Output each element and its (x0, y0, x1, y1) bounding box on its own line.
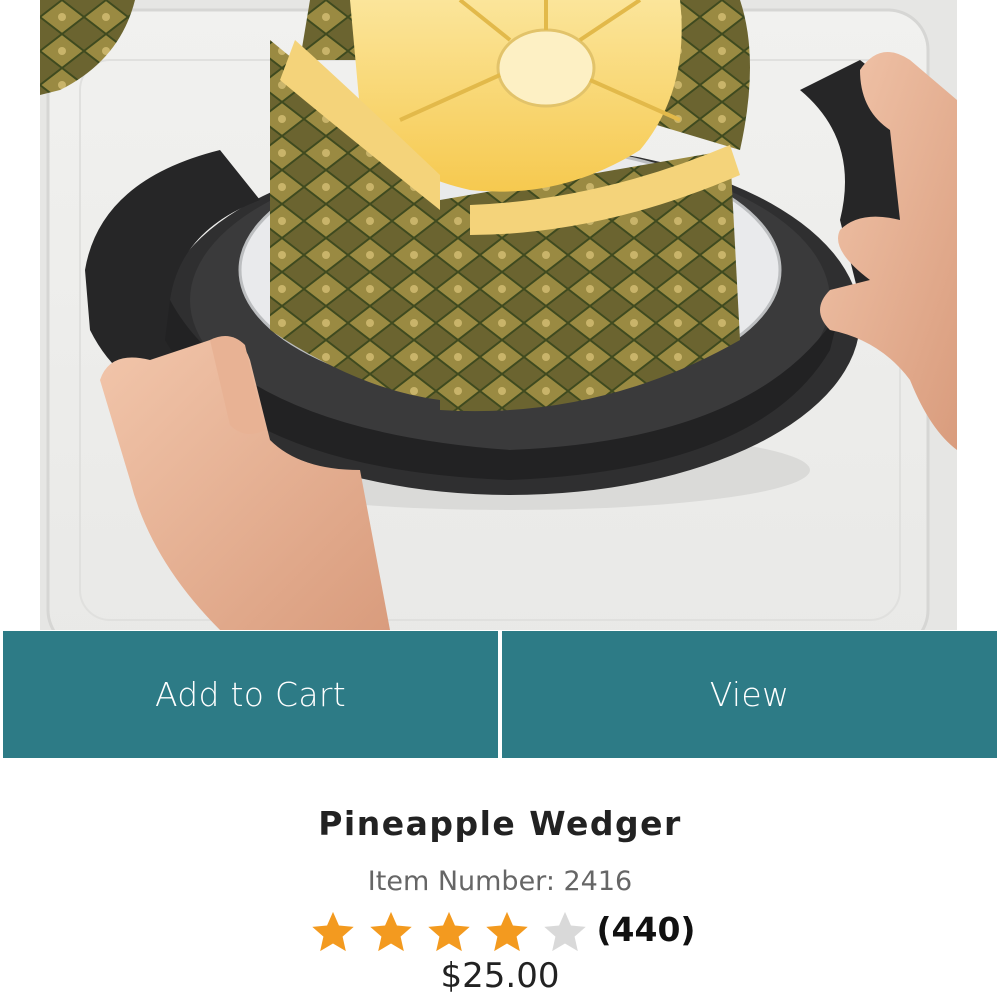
item-number: Item Number: 2416 (367, 866, 633, 897)
star-rating (304, 906, 594, 958)
product-card: Add to Cart View Pineapple Wedger Item N… (0, 0, 1000, 1000)
star-empty-icon (536, 906, 594, 958)
star-filled-icon (362, 906, 420, 958)
rating-row[interactable]: (440) (0, 906, 1000, 958)
star-filled-icon (420, 906, 478, 958)
add-to-cart-button[interactable]: Add to Cart (3, 631, 498, 758)
product-image[interactable] (40, 0, 957, 630)
product-photo-illustration (40, 0, 957, 630)
view-button[interactable]: View (502, 631, 997, 758)
product-price: $25.00 (440, 956, 560, 996)
star-filled-icon (304, 906, 362, 958)
star-filled-icon (478, 906, 536, 958)
review-count[interactable]: (440) (596, 910, 695, 949)
product-name[interactable]: Pineapple Wedger (0, 804, 1000, 843)
action-bar: Add to Cart View (3, 631, 997, 758)
product-info: Pineapple Wedger Item Number: 2416 (440)… (0, 760, 1000, 1000)
